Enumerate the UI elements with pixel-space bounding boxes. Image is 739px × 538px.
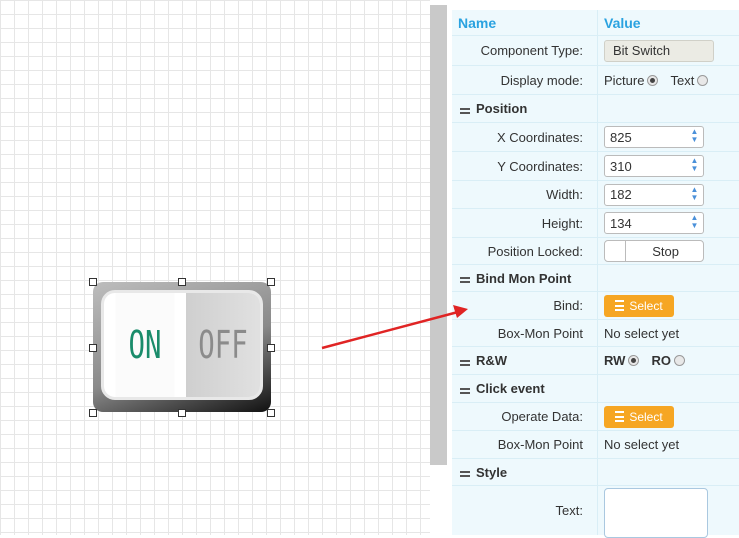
annotation-arrow-icon [321,305,468,350]
